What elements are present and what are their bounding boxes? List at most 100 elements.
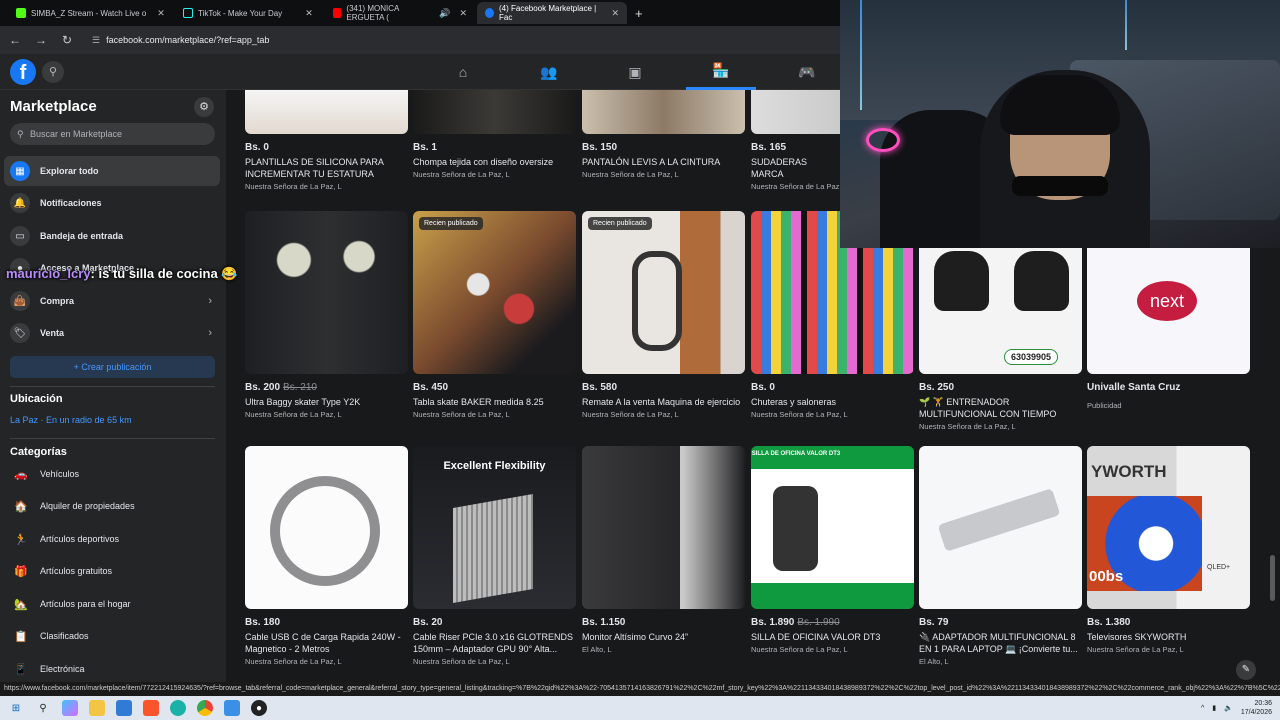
listing-card[interactable]: Recien publicado Bs. 450 Tabla skate BAK… — [413, 211, 576, 419]
edge-icon[interactable] — [170, 700, 186, 716]
category-classifieds[interactable]: 📋 Clasificados — [4, 621, 220, 651]
exercise-bike-shape — [632, 251, 682, 351]
listing-price: Bs. 250 — [919, 382, 955, 393]
listing-card[interactable]: Recien publicado Bs. 580 Remate A la ven… — [582, 211, 745, 419]
marketplace-nav-icon[interactable]: 🏪 — [686, 54, 756, 90]
category-free[interactable]: 🎁 Artículos gratuitos — [4, 556, 220, 586]
listing-image: Recien publicado — [413, 211, 576, 374]
facebook-logo-icon[interactable]: f — [10, 59, 36, 85]
audio-icon[interactable]: 🔊 — [439, 8, 450, 19]
listing-title: Chuteras y saloneras — [751, 397, 837, 407]
site-info-icon[interactable]: ☰ — [92, 35, 100, 46]
listing-image: Excellent Flexibility — [413, 446, 576, 609]
obs-icon[interactable]: ● — [251, 700, 267, 716]
copilot-icon[interactable] — [62, 700, 78, 716]
listing-card[interactable]: Bs. 0 PLANTILLAS DE SILICONA PARA INCREM… — [245, 90, 408, 191]
sponsor-name: Univalle Santa Cruz — [1087, 382, 1181, 393]
file-explorer-icon[interactable] — [89, 700, 105, 716]
listing-price: Bs. 1.380 — [1087, 617, 1131, 628]
marketplace-search-input[interactable]: ⚲ Buscar en Marketplace — [10, 123, 215, 145]
friends-nav-icon[interactable]: 👥 — [514, 54, 584, 90]
video-nav-icon[interactable]: ▣ — [600, 54, 670, 90]
create-listing-button[interactable]: + Crear publicación — [10, 356, 215, 378]
category-vehicles[interactable]: 🚗 Vehículos — [4, 459, 220, 489]
category-sports[interactable]: 🏃 Artículos deportivos — [4, 524, 220, 554]
network-icon[interactable]: ▮ — [1212, 704, 1216, 712]
tab-youtube[interactable]: (341) MONICA ERGUETA (🔊 ✕ — [325, 2, 475, 24]
listing-location: Nuestra Señora de La Paz, L — [413, 410, 510, 419]
windows-start-icon[interactable]: ⊞ — [8, 700, 24, 716]
listing-location: Nuestra Señora de La Paz, L — [751, 182, 840, 191]
category-home[interactable]: 🏡 Artículos para el hogar — [4, 589, 220, 619]
forward-icon[interactable]: → — [34, 33, 48, 47]
location-link[interactable]: La Paz · En un radio de 65 km — [10, 415, 132, 425]
listing-card[interactable]: SILLA DE OFICINA VALOR DT3 Bs. 1.890 Bs. … — [751, 446, 914, 654]
chrome-icon[interactable] — [197, 700, 213, 716]
search-icon[interactable]: ⚲ — [35, 700, 51, 716]
sidebar-item-inbox[interactable]: ▭ Bandeja de entrada — [4, 221, 220, 251]
sidebar-item-explore[interactable]: ▦ Explorar todo — [4, 156, 220, 186]
back-icon[interactable]: ← — [8, 33, 22, 47]
tab-tiktok[interactable]: TikTok - Make Your Day ✕ — [175, 2, 323, 24]
category-electronics[interactable]: 📱 Electrónica — [4, 654, 220, 682]
url-field[interactable]: ☰ facebook.com/marketplace/?ref=app_tab — [92, 35, 269, 46]
search-icon[interactable]: ⚲ — [42, 61, 64, 83]
listing-price: Bs. 20 — [413, 617, 443, 628]
home-nav-icon[interactable]: ⌂ — [428, 54, 498, 90]
gear-icon[interactable]: ⚙ — [194, 97, 214, 117]
listing-card[interactable]: Excellent Flexibility Bs. 20 Cable Riser… — [413, 446, 576, 666]
listing-card[interactable]: Bs. 79 🔌 ADAPTADOR MULTIFUNCIONAL 8 EN 1… — [919, 446, 1082, 666]
listing-image: SILLA DE OFICINA VALOR DT3 — [751, 446, 914, 609]
sport-icon: 🏃 — [14, 533, 28, 546]
clock[interactable]: 20:36 17/4/2026 — [1241, 699, 1272, 717]
tab-facebook-marketplace[interactable]: (4) Facebook Marketplace | Fac ✕ — [477, 2, 627, 24]
close-tab-icon[interactable]: ✕ — [611, 8, 619, 19]
listing-card[interactable]: YWORTH 00bs QLED+ Bs. 1.380 Televisores … — [1087, 446, 1250, 654]
new-tab-icon[interactable]: + — [635, 6, 643, 21]
page-title: Marketplace — [10, 98, 97, 115]
listing-location: Nuestra Señora de La Paz, L — [582, 170, 679, 179]
listing-location: Nuestra Señora de La Paz, L — [245, 657, 342, 666]
tab-kick-stream[interactable]: SIMBA_Z Stream - Watch Live o ✕ — [8, 2, 173, 24]
listing-image: Recien publicado — [582, 211, 745, 374]
reload-icon[interactable]: ↻ — [60, 33, 74, 47]
marketplace-sidebar: Marketplace ⚙ ⚲ Buscar en Marketplace ▦ Ex… — [0, 90, 226, 682]
listing-title: Tabla skate BAKER medida 8.25 — [413, 397, 544, 407]
listing-price: Bs. 0 — [245, 142, 269, 153]
store-icon[interactable] — [116, 700, 132, 716]
volume-icon[interactable]: 🔈 — [1224, 704, 1233, 712]
listing-title: Ultra Baggy skater Type Y2K — [245, 397, 361, 407]
sidebar-item-sell[interactable]: 🏷 Venta › — [4, 318, 220, 348]
chat-username: mauricio_lcry — [6, 266, 91, 281]
category-rentals[interactable]: 🏠 Alquiler de propiedades — [4, 491, 220, 521]
close-tab-icon[interactable]: ✕ — [157, 8, 165, 19]
listing-price: Bs. 165 — [751, 142, 787, 153]
chevron-right-icon: › — [208, 295, 212, 307]
listing-card[interactable]: Bs. 180 Cable USB C de Carga Rapida 240W… — [245, 446, 408, 666]
listing-image — [245, 446, 408, 609]
listing-title: Monitor Altísimo Curvo 24” — [582, 632, 689, 642]
app-icon[interactable] — [224, 700, 240, 716]
image-caption: QLED+ — [1207, 564, 1231, 571]
listing-card[interactable]: Bs. 165 SUDADERAS MARCA Nuestra Señora d… — [751, 90, 840, 191]
gaming-nav-icon[interactable]: 🎮 — [772, 54, 842, 90]
listing-image — [919, 446, 1082, 609]
image-caption: Excellent Flexibility — [443, 460, 546, 472]
compose-icon[interactable]: ✎ — [1236, 660, 1256, 680]
listing-price: Bs. 180 — [245, 617, 281, 628]
page-scrollbar[interactable] — [1270, 555, 1275, 601]
trainer-handle-shape — [1014, 251, 1069, 311]
listing-card[interactable]: Bs. 1 Chompa tejida con diseño oversize … — [413, 90, 576, 179]
new-listing-badge: Recien publicado — [419, 217, 483, 230]
listing-title: 🔌 ADAPTADOR MULTIFUNCIONAL 8 EN 1 PARA L… — [919, 632, 1078, 654]
system-tray: ^ ▮ 🔈 20:36 17/4/2026 — [1201, 696, 1272, 720]
chevron-up-icon[interactable]: ^ — [1201, 705, 1204, 712]
close-tab-icon[interactable]: ✕ — [305, 8, 313, 19]
close-tab-icon[interactable]: ✕ — [459, 8, 467, 19]
sidebar-item-notifications[interactable]: 🔔 Notificaciones — [4, 188, 220, 218]
listing-card[interactable]: Bs. 150 PANTALÓN LEVIS A LA CINTURA Nues… — [582, 90, 745, 179]
listing-card[interactable]: Bs. 200 Bs. 210 Ultra Baggy skater Type Y… — [245, 211, 408, 419]
sidebar-item-buy[interactable]: 👜 Compra › — [4, 286, 220, 316]
brave-icon[interactable] — [143, 700, 159, 716]
listing-card[interactable]: Bs. 1.150 Monitor Altísimo Curvo 24” El … — [582, 446, 745, 654]
